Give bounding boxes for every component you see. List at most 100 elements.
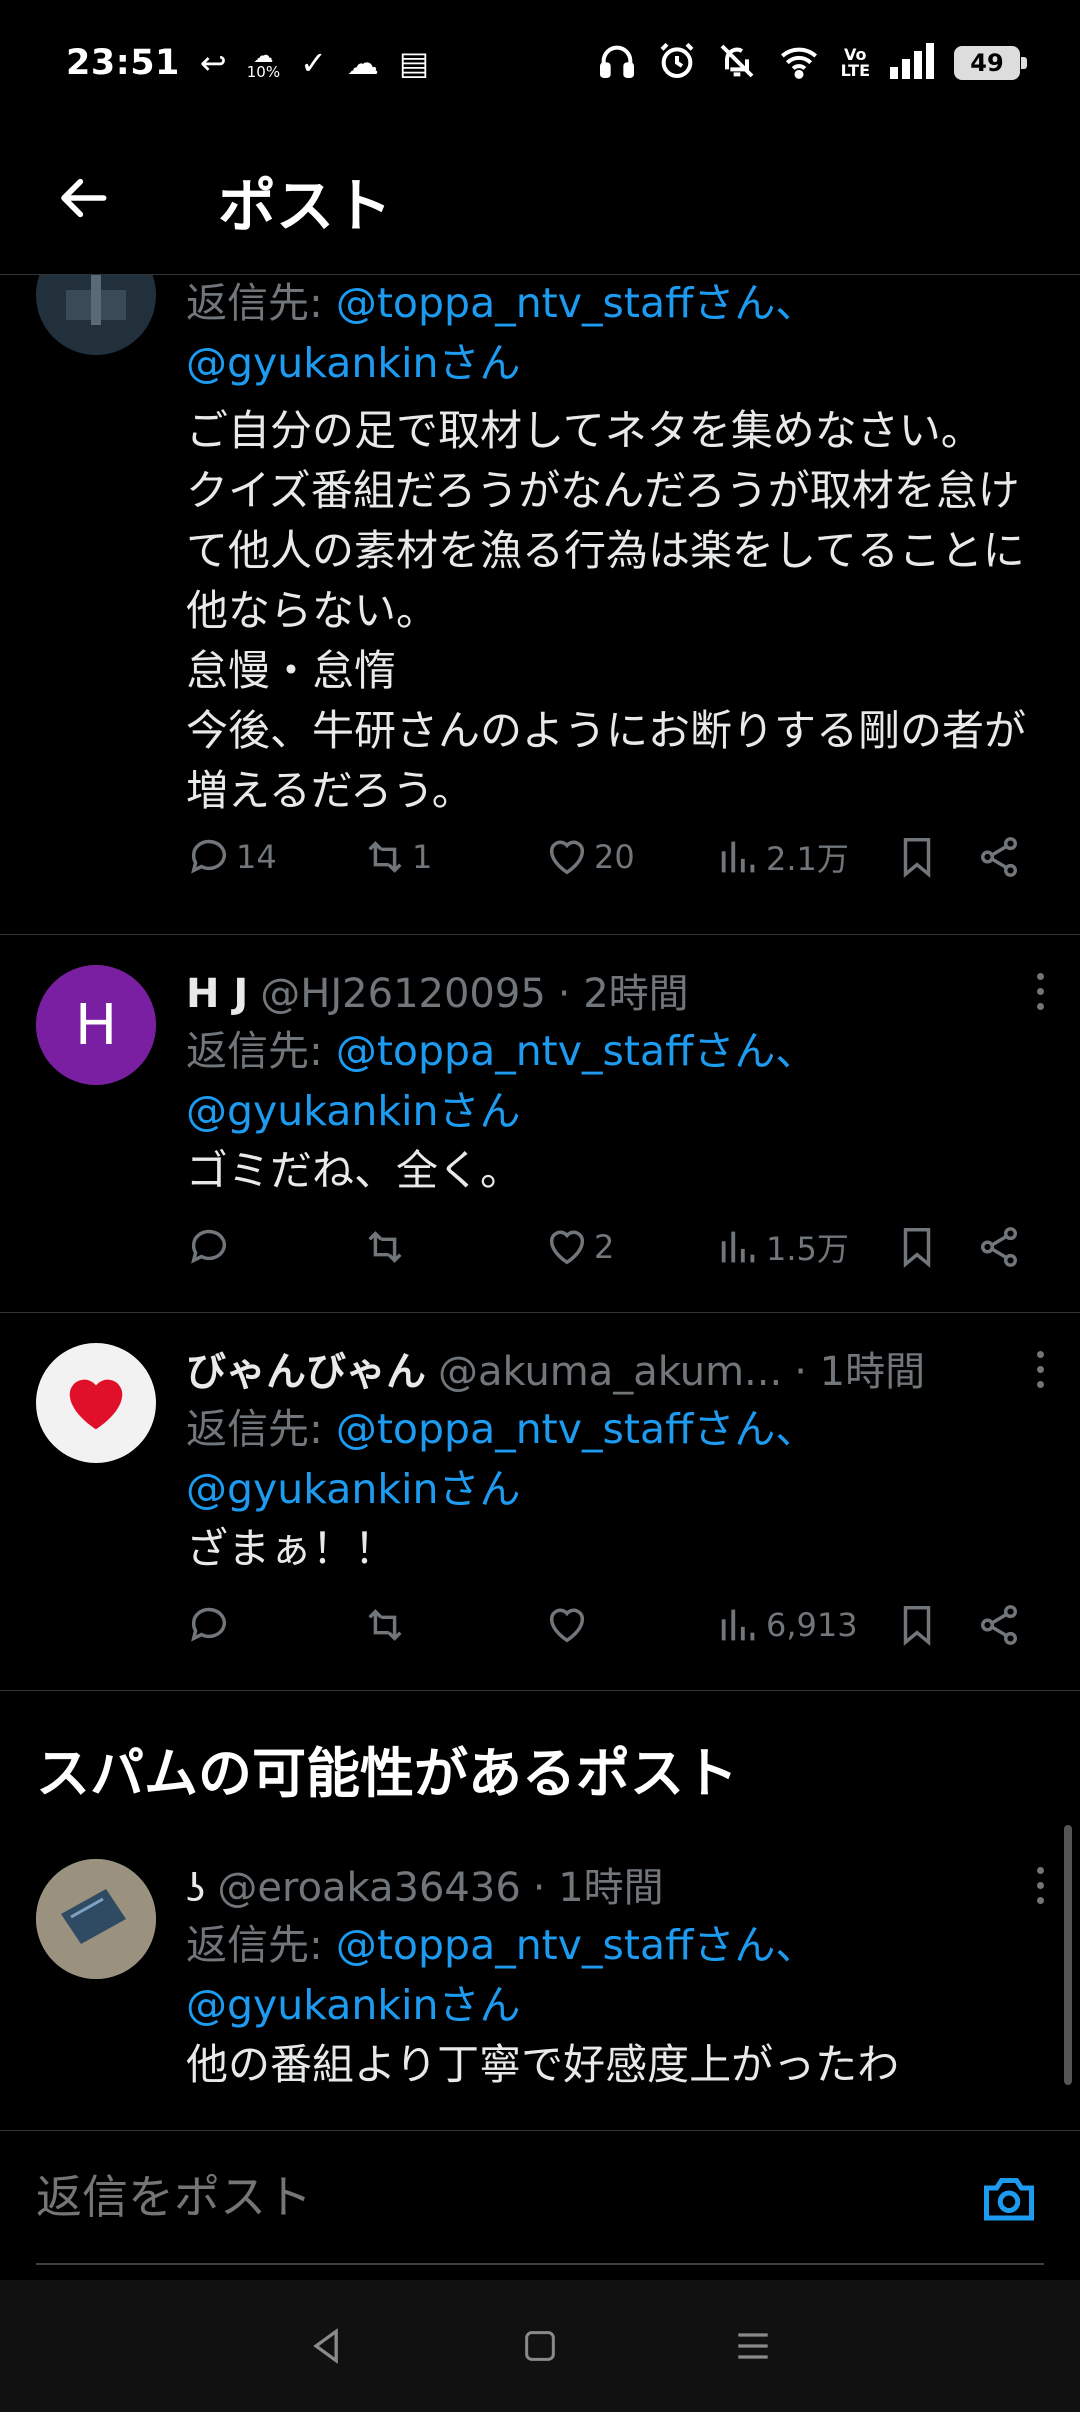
page-title: ポスト <box>218 172 393 240</box>
more-options-icon[interactable] <box>1030 1339 1050 1399</box>
more-options-icon[interactable] <box>1030 1855 1050 1915</box>
tweet-text: ざまぁ！！ <box>186 1524 397 1573</box>
avatar[interactable] <box>36 275 156 355</box>
reply-to: 返信先: @toppa_ntv_staffさん、 @gyukankinさん <box>186 1405 817 1513</box>
heart-icon <box>549 1608 585 1643</box>
share-button[interactable] <box>976 1595 1022 1655</box>
like-button[interactable]: 20 <box>544 827 635 887</box>
view-count: 6,913 <box>766 1606 858 1644</box>
reply-button[interactable] <box>186 1217 232 1277</box>
bookmark-button[interactable] <box>894 827 940 887</box>
tweet-header: H J @HJ26120095 · 2時間 <box>186 961 689 1019</box>
mention-link[interactable]: @gyukankinさん <box>186 1465 521 1513</box>
triangle-back-icon <box>312 2328 338 2364</box>
bookmark-button[interactable] <box>894 1217 940 1277</box>
check-icon: ✓ <box>300 43 327 82</box>
share-icon <box>980 1605 1018 1645</box>
share-button[interactable] <box>976 1217 1022 1277</box>
user-handle[interactable]: @HJ26120095 <box>260 971 545 1017</box>
tweet[interactable]: ʖ @eroaka36436 · 1時間 返信先: @toppa_ntv_sta… <box>0 1835 1080 2125</box>
heart-icon <box>549 840 585 875</box>
views-icon <box>721 1231 755 1263</box>
display-name[interactable]: びゃんびゃん <box>186 1339 426 1397</box>
calendar-icon: ▤ <box>398 43 430 82</box>
reply-count: 14 <box>236 838 277 876</box>
battery-icon: 49 <box>954 45 1027 80</box>
signal-icon <box>890 42 934 83</box>
reply-icon <box>191 1229 227 1264</box>
tweet[interactable]: 返信先: @toppa_ntv_staffさん、 @gyukankinさん ご自… <box>0 275 1080 935</box>
reply-button[interactable]: 14 <box>186 827 277 887</box>
reply-icon <box>191 1607 227 1642</box>
views-button[interactable]: 2.1万 <box>716 827 849 887</box>
mention-link[interactable]: @toppa_ntv_staffさん、 <box>336 1921 816 1969</box>
menu-lines-icon <box>738 2333 768 2359</box>
views-icon <box>721 841 755 873</box>
headphones-icon <box>597 41 637 85</box>
reply-button[interactable] <box>186 1595 232 1655</box>
back-button[interactable] <box>50 163 120 233</box>
tweet-time: · 1時間 <box>532 1865 664 1911</box>
views-button[interactable]: 6,913 <box>716 1595 858 1655</box>
view-count: 2.1万 <box>766 840 849 878</box>
tweet-actions: 14 1 20 2.1万 <box>186 827 1046 887</box>
like-count: 2 <box>594 1228 615 1266</box>
share-icon <box>980 1227 1018 1267</box>
repost-button[interactable]: 1 <box>362 827 432 887</box>
camera-icon <box>984 2178 1034 2221</box>
user-handle[interactable]: @akuma_akum... <box>438 1349 782 1395</box>
tweet-actions: 6,913 <box>186 1595 1046 1655</box>
goose-emoji-icon: ʖ <box>186 1866 206 1910</box>
more-options-icon[interactable] <box>1030 961 1050 1021</box>
view-count: 1.5万 <box>766 1230 849 1268</box>
status-bar: 23:51 ↩ ☁ 10% ✓ ☁ ▤ Vo LTE 49 <box>0 0 1080 125</box>
avatar-letter: H <box>74 992 118 1058</box>
reply-to: 返信先: @toppa_ntv_staffさん、 @gyukankinさん <box>186 279 817 387</box>
reply-feed[interactable]: 返信先: @toppa_ntv_staffさん、 @gyukankinさん ご自… <box>0 275 1080 2125</box>
tweet[interactable]: びゃんびゃん @akuma_akum... · 1時間 返信先: @toppa_… <box>0 1313 1080 1691</box>
mention-link[interactable]: @toppa_ntv_staffさん、 <box>336 279 816 327</box>
mention-link[interactable]: @toppa_ntv_staffさん、 <box>336 1027 816 1075</box>
like-count: 20 <box>594 838 635 876</box>
cloud-icon: ☁ <box>346 43 379 82</box>
camera-button[interactable] <box>974 2163 1044 2233</box>
back-arrow-icon <box>61 178 107 218</box>
app-bar: ポスト <box>0 125 1080 275</box>
mention-link[interactable]: @gyukankinさん <box>186 1981 521 2029</box>
like-button[interactable]: 2 <box>544 1217 614 1277</box>
tweet-text: ゴミだね、全く。 <box>186 1146 523 1195</box>
tweet-actions: 2 1.5万 <box>186 1217 1046 1277</box>
avatar[interactable] <box>36 1343 156 1463</box>
scrollbar[interactable] <box>1064 1825 1072 2085</box>
avatar[interactable] <box>36 1859 156 1979</box>
tweet-time: · 2時間 <box>557 971 689 1017</box>
mention-link[interactable]: @gyukankinさん <box>186 1087 521 1135</box>
views-button[interactable]: 1.5万 <box>716 1217 849 1277</box>
weather-percent: 10% <box>246 63 281 81</box>
spam-section-title: スパムの可能性があるポスト <box>36 1742 738 1805</box>
repost-button[interactable] <box>362 1217 408 1277</box>
reply-to: 返信先: @toppa_ntv_staffさん、 @gyukankinさん <box>186 1027 817 1135</box>
composer-underline <box>36 2263 1044 2265</box>
nav-back-button[interactable] <box>292 2311 362 2381</box>
tweet[interactable]: H H J @HJ26120095 · 2時間 返信先: @toppa_ntv_… <box>0 935 1080 1313</box>
repost-count: 1 <box>412 838 433 876</box>
share-button[interactable] <box>976 827 1022 887</box>
heart-icon <box>549 1230 585 1265</box>
like-button[interactable] <box>544 1595 590 1655</box>
reply-input[interactable] <box>36 2167 936 2227</box>
square-home-icon <box>525 2331 555 2361</box>
tweet-header: ʖ @eroaka36436 · 1時間 <box>186 1855 664 1913</box>
bookmark-button[interactable] <box>894 1595 940 1655</box>
repost-button[interactable] <box>362 1595 408 1655</box>
nav-recents-button[interactable] <box>718 2311 788 2381</box>
views-icon <box>721 1609 755 1641</box>
bookmark-icon <box>903 838 931 878</box>
mention-link[interactable]: @gyukankinさん <box>186 339 521 387</box>
avatar[interactable]: H <box>36 965 156 1085</box>
user-handle[interactable]: @eroaka36436 <box>217 1865 520 1911</box>
mention-link[interactable]: @toppa_ntv_staffさん、 <box>336 1405 816 1453</box>
tweet-text: 他の番組より丁寧で好感度上がったわ <box>186 2040 900 2089</box>
display-name[interactable]: H J <box>186 971 248 1017</box>
nav-home-button[interactable] <box>505 2311 575 2381</box>
